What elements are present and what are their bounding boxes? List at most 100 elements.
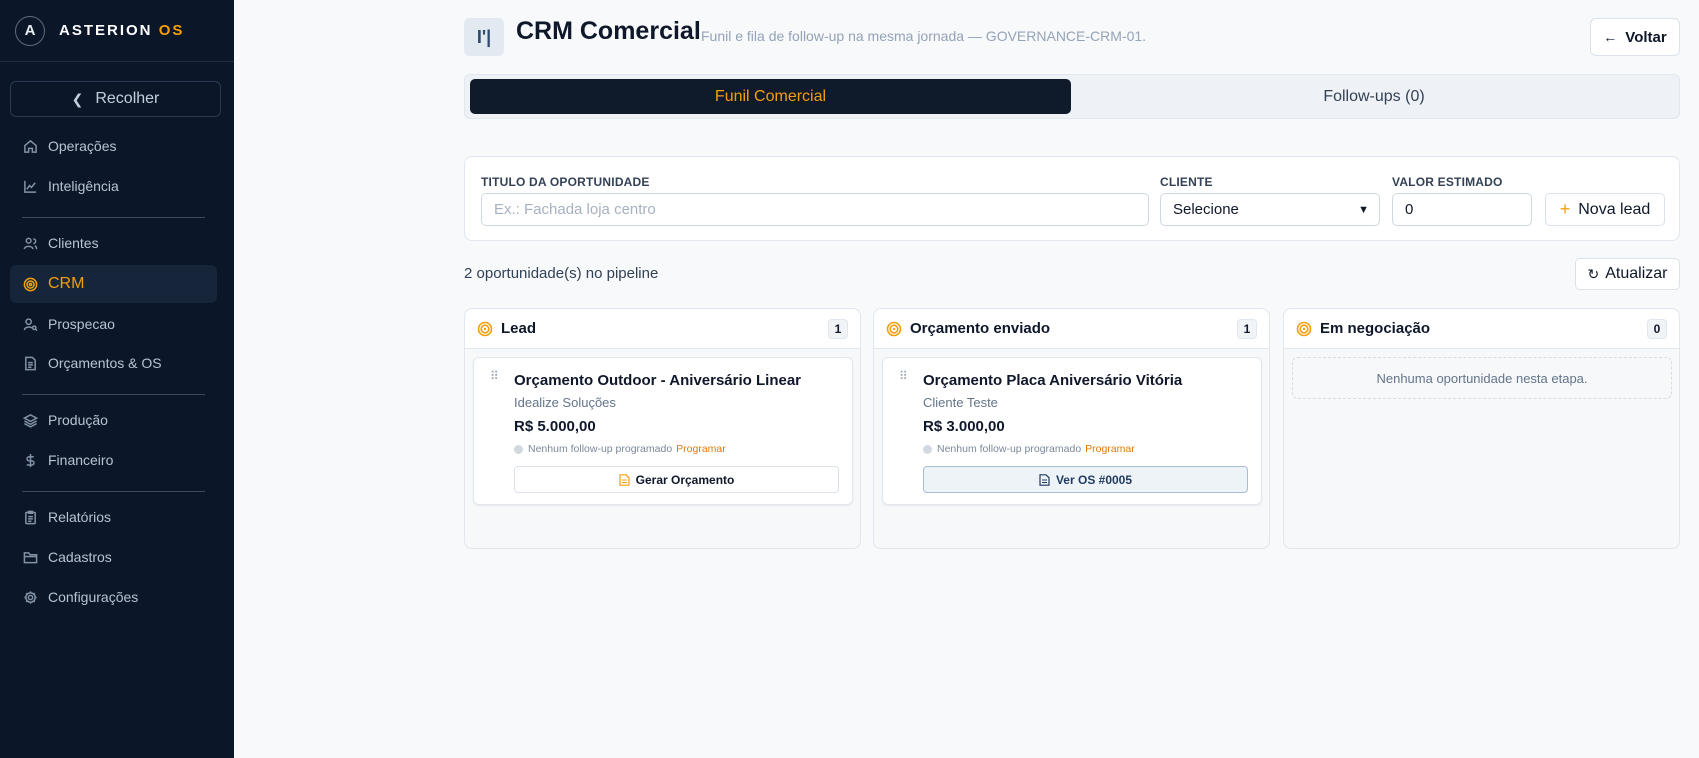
title-field-label: TITULO DA OPORTUNIDADE: [481, 175, 650, 189]
column-title: Em negociação: [1320, 320, 1431, 337]
refresh-label: Atualizar: [1605, 265, 1668, 282]
drag-handle-icon[interactable]: ⠿: [899, 370, 909, 382]
sidebar-item-label: CRM: [48, 275, 85, 292]
generate-quote-button[interactable]: Gerar Orçamento: [514, 466, 839, 493]
back-button[interactable]: ← Voltar: [1590, 18, 1680, 56]
column-count-badge: 0: [1647, 319, 1667, 339]
brand-name-main: ASTERION: [59, 22, 153, 39]
sidebar-item-label: Operações: [48, 138, 117, 154]
sidebar-item-label: Produção: [48, 412, 108, 428]
brand[interactable]: A ASTERION OS: [0, 0, 234, 62]
sidebar-item-crm[interactable]: CRM: [10, 265, 217, 303]
brand-name-accent: OS: [158, 22, 185, 39]
value-field-label: VALOR ESTIMADO: [1392, 175, 1503, 189]
sidebar-item-financeiro[interactable]: Financeiro: [10, 441, 217, 479]
folder-icon: [22, 549, 38, 565]
drag-handle-icon[interactable]: ⠿: [490, 370, 500, 382]
sidebar: A ASTERION OS ❮ Recolher Operações Intel…: [0, 0, 234, 758]
sidebar-item-label: Configurações: [48, 589, 139, 605]
followup-status: Nenhum follow-up programado Programar: [923, 443, 1135, 455]
crm-header-icon: I'|: [464, 18, 504, 56]
sidebar-item-operacoes[interactable]: Operações: [10, 127, 217, 165]
column-count-badge: 1: [1237, 319, 1257, 339]
chevron-left-icon: ❮: [71, 90, 84, 107]
column-count-badge: 1: [828, 319, 848, 339]
new-lead-button[interactable]: + Nova lead: [1545, 193, 1665, 226]
opportunity-card[interactable]: ⠿ Orçamento Outdoor - Aniversário Linear…: [473, 357, 853, 505]
sidebar-item-label: Cadastros: [48, 549, 112, 565]
sidebar-item-producao[interactable]: Produção: [10, 401, 217, 439]
sidebar-item-prospecao[interactable]: Prospecao: [10, 305, 217, 343]
users-icon: [22, 235, 38, 251]
sidebar-item-label: Clientes: [48, 235, 99, 251]
tab-follow-ups[interactable]: Follow-ups (0): [1073, 79, 1675, 114]
generate-quote-label: Gerar Orçamento: [635, 472, 735, 487]
pipeline-count: 2 oportunidade(s) no pipeline: [464, 265, 659, 282]
sidebar-divider: [22, 394, 205, 395]
refresh-icon: ↻: [1587, 265, 1600, 282]
sidebar-item-relatorios[interactable]: Relatórios: [10, 498, 217, 536]
schedule-followup-link[interactable]: Programar: [1085, 443, 1135, 455]
estimated-value-input[interactable]: 0: [1392, 193, 1532, 226]
card-title: Orçamento Outdoor - Aniversário Linear: [514, 372, 801, 389]
collapse-sidebar-button[interactable]: ❮ Recolher: [10, 81, 221, 117]
back-label: Voltar: [1625, 28, 1667, 46]
sidebar-divider: [22, 491, 205, 492]
empty-column-message: Nenhuma oportunidade nesta etapa.: [1292, 357, 1672, 399]
card-value: R$ 5.000,00: [514, 418, 596, 435]
new-opportunity-form: TITULO DA OPORTUNIDADE Ex.: Fachada loja…: [464, 156, 1680, 241]
page-subtitle: Funil e fila de follow-up na mesma jorna…: [701, 28, 1147, 44]
card-value: R$ 3.000,00: [923, 418, 1005, 435]
collapse-label: Recolher: [95, 90, 160, 107]
sidebar-item-configuracoes[interactable]: Configurações: [10, 578, 217, 616]
plus-icon: +: [1559, 199, 1571, 219]
chevron-down-icon: ▼: [1358, 203, 1369, 216]
home-icon: [22, 138, 38, 154]
dollar-icon: [22, 452, 38, 468]
tab-bar: Funil Comercial Follow-ups (0): [464, 74, 1680, 119]
status-dot-icon: [514, 444, 523, 454]
column-title: Lead: [501, 320, 537, 337]
layers-icon: [22, 412, 38, 428]
gear-icon: [22, 589, 38, 605]
page-title: CRM Comercial: [516, 17, 701, 45]
schedule-followup-link[interactable]: Programar: [676, 443, 726, 455]
sidebar-item-cadastros[interactable]: Cadastros: [10, 538, 217, 576]
document-icon: [619, 473, 630, 486]
target-icon: [1296, 321, 1312, 336]
sidebar-item-label: Orçamentos & OS: [48, 355, 162, 371]
sidebar-item-label: Prospecao: [48, 316, 115, 332]
status-dot-icon: [923, 444, 932, 454]
column-title: Orçamento enviado: [910, 320, 1051, 337]
brand-logo: A: [15, 15, 45, 46]
card-client: Cliente Teste: [923, 395, 998, 410]
target-icon: [886, 321, 902, 336]
user-search-icon: [22, 316, 38, 332]
refresh-button[interactable]: ↻ Atualizar: [1575, 258, 1680, 290]
view-os-label: Ver OS #0005: [1055, 472, 1133, 487]
followup-text: Nenhum follow-up programado: [937, 443, 1082, 455]
arrow-left-icon: ←: [1603, 29, 1618, 45]
opportunity-card[interactable]: ⠿ Orçamento Placa Aniversário Vitória Cl…: [882, 357, 1262, 505]
target-icon: [22, 276, 38, 292]
view-os-button[interactable]: Ver OS #0005: [923, 466, 1248, 493]
brand-name: ASTERION OS: [59, 22, 184, 39]
followup-text: Nenhum follow-up programado: [528, 443, 673, 455]
tab-funil-comercial[interactable]: Funil Comercial: [470, 79, 1071, 114]
target-icon: [477, 321, 493, 336]
client-select[interactable]: Selecione ▼: [1160, 193, 1380, 226]
card-title: Orçamento Placa Aniversário Vitória: [923, 372, 1183, 389]
document-icon: [22, 355, 38, 371]
card-client: Idealize Soluções: [514, 395, 616, 410]
sidebar-item-orcamentos[interactable]: Orçamentos & OS: [10, 344, 217, 382]
sidebar-item-label: Inteligência: [48, 178, 119, 194]
clipboard-icon: [22, 509, 38, 525]
sidebar-item-inteligencia[interactable]: Inteligência: [10, 167, 217, 205]
document-icon: [1039, 473, 1050, 486]
followup-status: Nenhum follow-up programado Programar: [514, 443, 726, 455]
opportunity-title-input[interactable]: Ex.: Fachada loja centro: [481, 193, 1149, 226]
column-header: Em negociação 0: [1284, 309, 1679, 349]
sidebar-item-clientes[interactable]: Clientes: [10, 224, 217, 262]
column-header: Orçamento enviado 1: [874, 309, 1269, 349]
sidebar-item-label: Financeiro: [48, 452, 114, 468]
